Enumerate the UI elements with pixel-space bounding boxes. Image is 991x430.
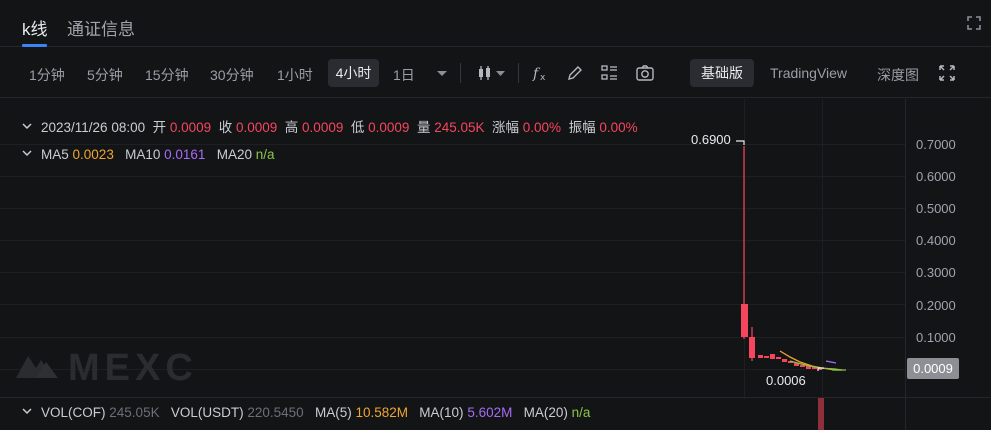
mode-basic[interactable]: 基础版 — [690, 59, 754, 87]
candle-type-icon[interactable] — [476, 63, 508, 83]
vol-cof-value: 245.05K — [109, 405, 160, 420]
candle-body — [782, 359, 787, 362]
indicator-fx-icon[interactable]: f x — [531, 63, 551, 83]
toolbar-divider — [460, 63, 461, 83]
camera-icon[interactable] — [635, 63, 655, 83]
volume-info-row: VOL(COF) 245.05K VOL(USDT) 220.5450 MA(5… — [22, 405, 590, 420]
vol-cof-label: VOL(COF) — [41, 405, 106, 420]
chevron-down-icon[interactable] — [22, 406, 32, 416]
vol-ma5-label: MA(5) — [314, 405, 352, 420]
kline-chart[interactable]: MEXC 2023/11/26 08:00 开 0.0009 收 0.0009 … — [0, 99, 991, 430]
low-price-marker: 0.0006 — [766, 373, 806, 388]
maximize-icon[interactable] — [967, 16, 981, 30]
mode-tradingview[interactable]: TradingView — [770, 65, 847, 81]
interval-30m[interactable]: 30分钟 — [210, 65, 254, 85]
last-price-tag: 0.0009 — [907, 358, 959, 379]
vol-ma10-label: MA(10) — [419, 405, 464, 420]
high-price-marker: 0.6900 — [691, 132, 731, 147]
y-axis-label: 0.1000 — [916, 330, 956, 345]
interval-4h[interactable]: 4小时 — [328, 59, 379, 87]
candle-body — [770, 354, 775, 359]
volume-pane-divider — [0, 397, 991, 398]
fullscreen-icon[interactable] — [938, 64, 956, 82]
vol-ma5-value: 10.582M — [355, 405, 409, 420]
volume-bar — [818, 397, 824, 430]
layout-grid-icon[interactable] — [600, 63, 620, 83]
tab-kline[interactable]: k线 — [22, 15, 48, 40]
interval-1m[interactable]: 1分钟 — [29, 65, 65, 85]
tab-token-info[interactable]: 通证信息 — [67, 15, 135, 40]
interval-1d[interactable]: 1日 — [393, 65, 415, 85]
y-axis-label: 0.4000 — [916, 233, 956, 248]
chart-toolbar: 1分钟 5分钟 15分钟 30分钟 1小时 4小时 1日 f x 基础版 Tra… — [0, 48, 991, 98]
candle-body — [764, 356, 769, 358]
interval-1h[interactable]: 1小时 — [277, 65, 313, 85]
y-axis-label: 0.7000 — [916, 137, 956, 152]
y-axis-label: 0.2000 — [916, 298, 956, 313]
y-axis-label: 0.5000 — [916, 201, 956, 216]
price-axis-border — [905, 99, 906, 430]
mode-depth[interactable]: 深度图 — [877, 65, 919, 85]
y-axis-label: 0.3000 — [916, 265, 956, 280]
vol-ma10-value: 5.602M — [467, 405, 513, 420]
ma10-line — [825, 360, 837, 364]
candle-body — [749, 337, 755, 358]
candle-body — [741, 304, 748, 337]
chart-tabs: k线 通证信息 — [0, 0, 991, 47]
toolbar-divider — [518, 63, 519, 83]
candle-body — [758, 355, 763, 358]
vol-usdt-label: VOL(USDT) — [170, 405, 244, 420]
vol-usdt-value: 220.5450 — [247, 405, 304, 420]
candle-body — [776, 357, 781, 359]
svg-text:x: x — [540, 73, 546, 83]
vol-ma20-value: n/a — [571, 405, 591, 420]
active-tab-indicator — [22, 44, 47, 47]
interval-5m[interactable]: 5分钟 — [87, 65, 123, 85]
vol-ma20-label: MA(20) — [523, 405, 568, 420]
high-pointer — [736, 140, 745, 145]
interval-15m[interactable]: 15分钟 — [145, 65, 189, 85]
y-axis-label: 0.6000 — [916, 169, 956, 184]
draw-pencil-icon[interactable] — [565, 63, 585, 83]
interval-dropdown-icon[interactable] — [432, 63, 452, 83]
